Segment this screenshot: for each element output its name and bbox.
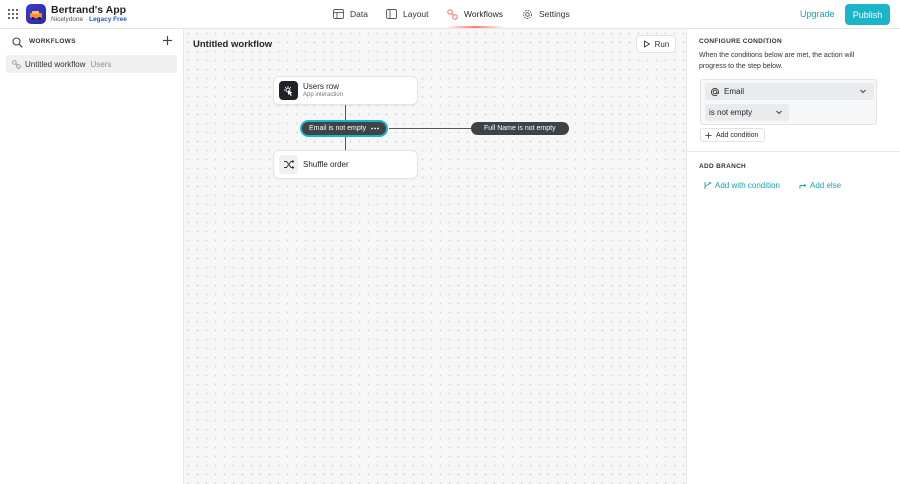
field-value: Email [724, 87, 745, 96]
trigger-subtitle: App interaction [303, 92, 344, 98]
nav-settings-label: Settings [539, 9, 570, 19]
plus-icon [705, 132, 712, 138]
table-icon [333, 9, 344, 19]
gear-icon [523, 9, 532, 19]
branch-label: Full Name is not empty [484, 125, 556, 132]
nav-workflows[interactable]: Workflows [444, 0, 506, 28]
sidebar-item-label: Untitled workflow [25, 59, 86, 69]
action-node[interactable]: Shuffle order [273, 150, 418, 179]
field-select[interactable]: Email [705, 83, 874, 100]
run-button[interactable]: Run [636, 35, 676, 53]
more-icon[interactable] [371, 127, 380, 130]
connector-horizontal [389, 128, 472, 129]
operator-select[interactable]: is not empty [705, 104, 789, 121]
app-subtitle: Nicelydone · Legacy Free [51, 16, 127, 23]
branch-label: Email is not empty [309, 125, 367, 132]
shuffle-icon [279, 155, 298, 174]
plan-link[interactable]: Legacy Free [89, 16, 127, 23]
divider [687, 151, 900, 152]
run-label: Run [654, 39, 670, 49]
branch-pill-full-name[interactable]: Full Name is not empty [471, 122, 569, 135]
add-with-condition-label: Add with condition [715, 181, 780, 190]
nav-settings[interactable]: Settings [522, 0, 570, 28]
condition-box: Email is not empty [700, 79, 877, 125]
layout-icon [386, 9, 397, 19]
workflow-icon [447, 8, 458, 20]
nav-workflows-label: Workflows [464, 9, 504, 19]
add-workflow-button[interactable] [162, 35, 173, 49]
panel-heading: CONFIGURE CONDITION [699, 38, 782, 45]
app-logo[interactable] [26, 4, 46, 24]
upgrade-button[interactable]: Upgrade [800, 9, 835, 19]
add-else-label: Add else [810, 181, 842, 190]
top-bar: Bertrand's App Nicelydone · Legacy Free … [0, 0, 900, 29]
branch-icon [799, 183, 807, 189]
sidebar-item-untitled-workflow[interactable]: Untitled workflow Users [6, 55, 177, 73]
workflow-icon [12, 59, 21, 69]
action-title: Shuffle order [303, 160, 349, 169]
condition-panel: CONFIGURE CONDITION When the conditions … [686, 29, 900, 484]
nav-layout-label: Layout [403, 9, 429, 19]
branch-heading: ADD BRANCH [699, 163, 747, 170]
workspace-name: Nicelydone [51, 16, 84, 23]
trigger-node[interactable]: Users row App interaction [273, 76, 418, 105]
plus-icon [163, 36, 172, 45]
add-condition-label: Add condition [716, 131, 759, 139]
nav-data-label: Data [350, 9, 368, 19]
grid-icon[interactable] [7, 8, 19, 20]
operator-value: is not empty [709, 108, 753, 117]
touch-icon [279, 81, 298, 100]
add-with-condition-button[interactable]: Add with condition [703, 181, 780, 190]
panel-description: When the conditions below are met, the a… [699, 52, 855, 70]
sidebar-item-table: Users [90, 59, 112, 69]
nav-layout[interactable]: Layout [386, 0, 429, 28]
publish-button[interactable]: Publish [845, 4, 890, 25]
workflow-title[interactable]: Untitled workflow [193, 39, 272, 50]
branch-pill-email[interactable]: Email is not empty [302, 122, 387, 135]
at-icon [710, 87, 720, 96]
nav-data[interactable]: Data [333, 0, 368, 28]
separator: · [84, 16, 88, 23]
sidebar-title: WORKFLOWS [29, 38, 76, 45]
trigger-title: Users row [303, 82, 340, 91]
add-condition-button[interactable]: Add condition [700, 128, 766, 142]
add-else-button[interactable]: Add else [798, 181, 841, 190]
chevron-down-icon [860, 89, 866, 94]
play-icon [643, 40, 651, 48]
search-icon[interactable] [12, 37, 23, 51]
workflow-canvas[interactable]: Untitled workflow Run Users row App inte… [184, 29, 686, 484]
branch-icon [704, 181, 712, 189]
chevron-down-icon [776, 110, 782, 115]
app-name[interactable]: Bertrand's App [51, 4, 126, 16]
workflows-sidebar: WORKFLOWS Untitled workflow Users [0, 29, 184, 484]
